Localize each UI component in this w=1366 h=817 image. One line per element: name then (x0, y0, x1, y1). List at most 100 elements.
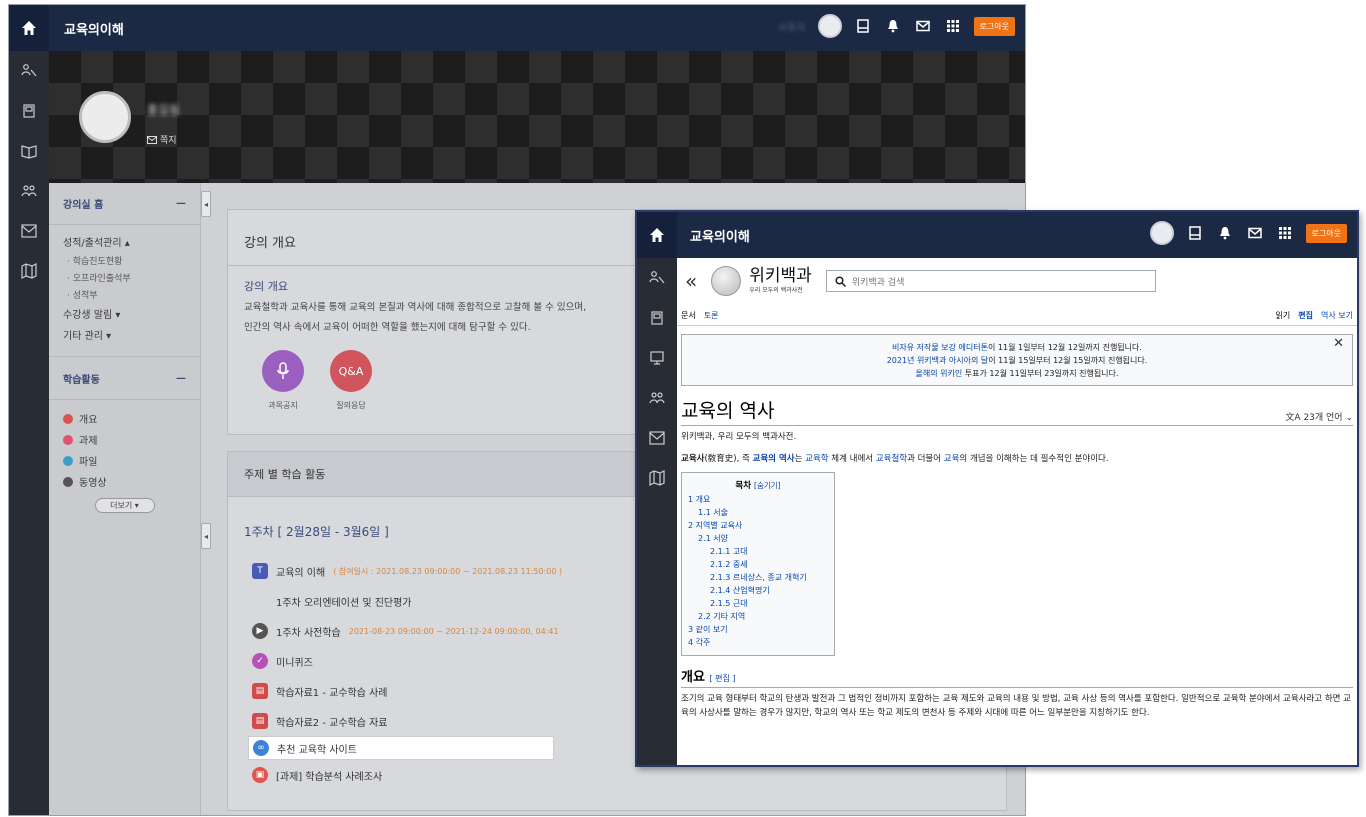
home-button[interactable] (9, 5, 49, 51)
bell-icon[interactable] (884, 17, 902, 35)
home-button[interactable] (637, 212, 677, 258)
logout-button[interactable]: 로그아웃 (1305, 223, 1347, 243)
book-icon[interactable] (637, 298, 677, 338)
presentation-icon[interactable] (637, 338, 677, 378)
nav-notify[interactable]: 수강생 알림 ▾ (49, 303, 200, 324)
collapse-icon[interactable]: — (176, 373, 186, 384)
close-icon[interactable]: ✕ (1333, 337, 1344, 350)
back-button[interactable]: « (685, 269, 697, 293)
user-avatar[interactable] (1149, 221, 1174, 245)
tab-read[interactable]: 읽기 (1276, 310, 1291, 325)
wiki-header: « 위키백과 우리 모두의 백과사전 위키백과 검색 (677, 258, 1357, 304)
bell-icon[interactable] (1216, 224, 1234, 242)
site-notice: ✕ 비자유 저작물 보강 에디터톤이 11월 1일부터 12월 12일까지 진행… (681, 334, 1353, 386)
item-title: 추천 교육학 사이트 (277, 744, 357, 756)
notice-link[interactable]: 올해의 위키인 (916, 369, 963, 378)
grid-menu-icon[interactable] (944, 17, 962, 35)
lead-link[interactable]: 교육철학 (876, 454, 907, 464)
qna-button[interactable]: Q&A 질의응답 (330, 350, 372, 411)
table-of-contents: 목차 [숨기기] 1 개요 1.1 서술 2 지역별 교육사 2.1 서양 2.… (681, 472, 835, 656)
group-icon[interactable] (637, 378, 677, 418)
lead-link[interactable]: 교육의 역사 (753, 454, 795, 464)
activity-video[interactable]: 동영상 (49, 471, 200, 492)
wiki-window: 교육의이해 로그아웃 « 위키백과 우리 모두의 백과사전 위키백과 검색 문서… (635, 210, 1359, 767)
toc-item[interactable]: 4 각주 (688, 638, 710, 647)
nav-collapse-handle[interactable]: ◂ (201, 191, 211, 217)
lead-link[interactable]: 교육 (944, 454, 960, 464)
item-subtitle: 1주차 오리엔테이션 및 진단평가 (276, 597, 412, 609)
item-title: 미니퀴즈 (276, 657, 313, 669)
logout-button[interactable]: 로그아웃 (973, 16, 1015, 36)
nav-etc[interactable]: 기타 관리 ▾ (49, 324, 200, 356)
toc-item[interactable]: 3 같이 보기 (688, 625, 728, 634)
lead-text: (敎育史), 즉 (704, 454, 753, 464)
language-button[interactable]: 文A 23개 언어 ⌄ (1285, 410, 1353, 423)
nav-attendance[interactable]: · 오프라인출석부 (49, 269, 200, 286)
nav-activities[interactable]: 학습활동 — (49, 356, 200, 400)
toc-item[interactable]: 1.1 서술 (698, 508, 728, 517)
notice-link[interactable]: 비자유 저작물 보강 에디터톤 (892, 343, 988, 352)
toc-item[interactable]: 2.1 서양 (698, 534, 728, 543)
map-icon[interactable] (637, 458, 677, 498)
lead-link[interactable]: 교육학 (805, 454, 828, 464)
book-icon[interactable] (9, 91, 49, 131)
people-icon[interactable] (637, 258, 677, 298)
grid-menu-icon[interactable] (1276, 224, 1294, 242)
tab-edit[interactable]: 편집 (1298, 310, 1313, 325)
note-icon[interactable] (1186, 224, 1204, 242)
tab-talk[interactable]: 토론 (704, 310, 719, 325)
nav-collapse-handle[interactable]: ◂ (201, 523, 211, 549)
mail-icon[interactable] (1246, 224, 1264, 242)
message-link[interactable]: 쪽지 (147, 133, 177, 146)
toc-item[interactable]: 2.1.3 르네상스, 종교 개혁기 (710, 573, 807, 582)
open-book-icon[interactable] (9, 131, 49, 171)
mail-icon[interactable] (914, 17, 932, 35)
nav-gradebook[interactable]: · 성적부 (49, 286, 200, 303)
toc-item[interactable]: 2.1.1 고대 (710, 547, 748, 556)
toc-item[interactable]: 2 지역별 교육사 (688, 521, 742, 530)
activity-overview[interactable]: 개요 (49, 408, 200, 429)
profile-name: 홍길동 (147, 103, 181, 117)
item-title: [과제] 학습분석 사례조사 (276, 771, 383, 783)
section-edit-link[interactable]: [ 편집 ] (709, 674, 735, 683)
message-icon[interactable] (637, 418, 677, 458)
nav-progress[interactable]: · 학습진도현황 (49, 252, 200, 269)
more-button[interactable]: 더보기 ▾ (94, 498, 155, 513)
toc-item[interactable]: 2.2 기타 지역 (698, 612, 745, 621)
notice-button[interactable]: 과목공지 (262, 350, 304, 411)
course-title: 교육의이해 (690, 230, 750, 245)
note-icon[interactable] (854, 17, 872, 35)
activity-assignment[interactable]: 과제 (49, 429, 200, 450)
toc-hide-link[interactable]: [숨기기] (754, 481, 781, 490)
lead-text: 의 개념을 이해하는 데 필수적인 분야이다. (959, 454, 1109, 464)
group-icon[interactable] (9, 171, 49, 211)
quiz-icon: ✓ (252, 653, 268, 669)
play-icon: ▶ (252, 623, 268, 639)
top-bar: 교육의이해 사용자 로그아웃 (9, 5, 1025, 51)
wiki-logo-link[interactable]: 위키백과 우리 모두의 백과사전 (711, 266, 812, 296)
course-title: 교육의이해 (64, 23, 124, 38)
activity-item-highlighted[interactable]: ∞ 추천 교육학 사이트 (248, 736, 554, 760)
toc-item[interactable]: 1 개요 (688, 495, 710, 504)
wiki-search-input[interactable]: 위키백과 검색 (825, 270, 1156, 292)
item-meta: ( 참여일시 : 2021.08.23 09:00:00 ~ 2021.08.2… (333, 566, 563, 576)
toc-item[interactable]: 2.1.5 근대 (710, 599, 748, 608)
message-icon[interactable] (9, 211, 49, 251)
profile-avatar[interactable] (79, 91, 131, 143)
language-count: 23개 언어 (1303, 413, 1343, 423)
nav-home[interactable]: 강의실 홈 — (49, 183, 200, 225)
search-icon (835, 275, 846, 287)
wikipedia-page: « 위키백과 우리 모두의 백과사전 위키백과 검색 문서 토론 읽기 편집 역… (677, 258, 1357, 765)
tab-article[interactable]: 문서 (681, 310, 696, 325)
toc-item[interactable]: 2.1.2 중세 (710, 560, 748, 569)
map-icon[interactable] (9, 251, 49, 291)
activity-file[interactable]: 파일 (49, 450, 200, 471)
tab-history[interactable]: 역사 보기 (1321, 310, 1353, 325)
user-avatar[interactable] (817, 14, 842, 38)
pdf-icon: ▤ (252, 713, 268, 729)
toc-item[interactable]: 2.1.4 산업혁명기 (710, 586, 770, 595)
people-icon[interactable] (9, 51, 49, 91)
collapse-icon[interactable]: — (176, 198, 186, 209)
nav-grades[interactable]: 성적/출석관리 ▴ (49, 231, 200, 252)
notice-link[interactable]: 2021년 위키백과 아시아의 달 (887, 356, 989, 365)
